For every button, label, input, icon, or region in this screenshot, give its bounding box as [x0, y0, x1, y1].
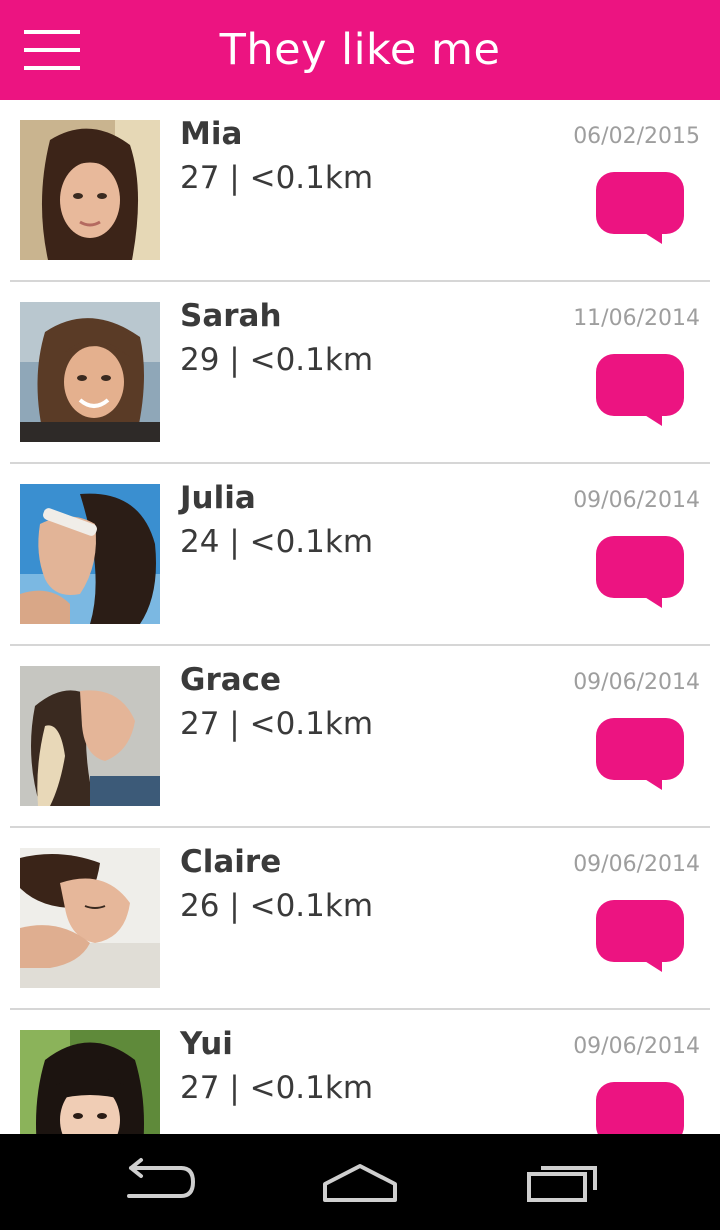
like-date: 09/06/2014: [573, 852, 700, 877]
list-item[interactable]: Mia 27 | <0.1km 06/02/2015: [0, 100, 720, 282]
like-date: 09/06/2014: [573, 488, 700, 513]
list-item[interactable]: Sarah 29 | <0.1km 11/06/2014: [0, 282, 720, 464]
user-list[interactable]: Mia 27 | <0.1km 06/02/2015 Sarah 29 | <0…: [0, 100, 720, 1134]
user-age-distance: 27 | <0.1km: [180, 1070, 374, 1106]
like-date: 06/02/2015: [573, 124, 700, 149]
chat-bubble-icon[interactable]: [596, 172, 688, 248]
chat-bubble-icon[interactable]: [596, 1082, 688, 1134]
app-bar: They like me: [0, 0, 720, 100]
list-item[interactable]: Yui 27 | <0.1km 09/06/2014: [0, 1010, 720, 1134]
recent-apps-icon[interactable]: [505, 1152, 615, 1212]
user-name: Yui: [180, 1026, 233, 1062]
user-name: Mia: [180, 116, 243, 152]
chat-bubble-icon[interactable]: [596, 718, 688, 794]
user-name: Claire: [180, 844, 282, 880]
user-age-distance: 27 | <0.1km: [180, 706, 374, 742]
avatar[interactable]: [20, 1030, 160, 1134]
avatar[interactable]: [20, 666, 160, 806]
avatar[interactable]: [20, 302, 160, 442]
avatar[interactable]: [20, 484, 160, 624]
chat-bubble-icon[interactable]: [596, 536, 688, 612]
page-title: They like me: [219, 25, 501, 75]
like-date: 09/06/2014: [573, 1034, 700, 1059]
list-item[interactable]: Grace 27 | <0.1km 09/06/2014: [0, 646, 720, 828]
user-age-distance: 26 | <0.1km: [180, 888, 374, 924]
chat-bubble-icon[interactable]: [596, 900, 688, 976]
user-name: Grace: [180, 662, 282, 698]
user-name: Julia: [180, 480, 256, 516]
like-date: 11/06/2014: [573, 306, 700, 331]
back-icon[interactable]: [105, 1152, 215, 1212]
like-date: 09/06/2014: [573, 670, 700, 695]
list-item[interactable]: Julia 24 | <0.1km 09/06/2014: [0, 464, 720, 646]
avatar[interactable]: [20, 120, 160, 260]
home-icon[interactable]: [305, 1152, 415, 1212]
user-age-distance: 27 | <0.1km: [180, 160, 374, 196]
system-navigation-bar: [0, 1134, 720, 1230]
list-item[interactable]: Claire 26 | <0.1km 09/06/2014: [0, 828, 720, 1010]
app-screen: They like me Mia 27 | <0.1km 06/02/2015: [0, 0, 720, 1230]
chat-bubble-icon[interactable]: [596, 354, 688, 430]
user-age-distance: 24 | <0.1km: [180, 524, 374, 560]
avatar[interactable]: [20, 848, 160, 988]
user-name: Sarah: [180, 298, 282, 334]
user-age-distance: 29 | <0.1km: [180, 342, 374, 378]
